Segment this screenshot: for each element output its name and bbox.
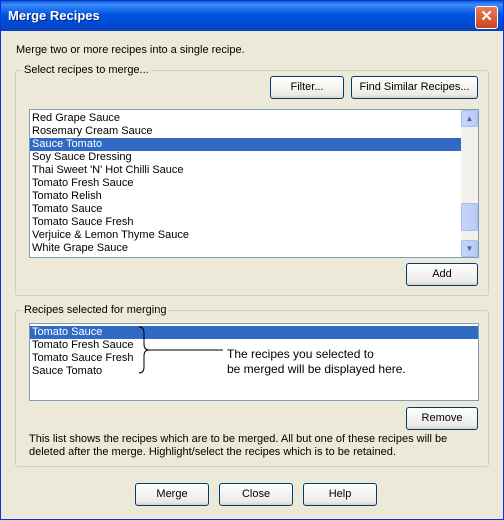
list-item[interactable]: Verjuice & Lemon Thyme Sauce [30, 229, 478, 242]
list-item[interactable]: Sauce Tomato [30, 138, 478, 151]
list-item[interactable]: Soy Sauce Dressing [30, 151, 478, 164]
list-item[interactable]: Tomato Sauce [30, 326, 478, 339]
callout-brace [138, 326, 223, 374]
filter-button[interactable]: Filter... [270, 76, 344, 99]
close-window-button[interactable]: ✕ [475, 6, 498, 29]
scroll-down-arrow-icon[interactable]: ▼ [461, 240, 478, 257]
list-item[interactable]: Tomato Fresh Sauce [30, 177, 478, 190]
recipe-list-items: Red Grape Sauce Rosemary Cream Sauce Sauce… [30, 110, 478, 255]
help-button[interactable]: Help [303, 483, 377, 506]
close-button[interactable]: Close [219, 483, 293, 506]
callout-line-2: be merged will be displayed here. [227, 362, 406, 376]
intro-text: Merge two or more recipes into a single … [16, 44, 245, 56]
scrollbar-thumb[interactable] [461, 203, 478, 231]
window-title: Merge Recipes [8, 8, 100, 23]
scroll-up-arrow-icon[interactable]: ▲ [461, 110, 478, 127]
list-item[interactable]: Thai Sweet 'N' Hot Chilli Sauce [30, 164, 478, 177]
merge-button[interactable]: Merge [135, 483, 209, 506]
callout-line-1: The recipes you selected to [227, 347, 374, 361]
recipe-list[interactable]: Red Grape Sauce Rosemary Cream Sauce Sauce… [29, 109, 479, 258]
list-item[interactable]: Rosemary Cream Sauce [30, 125, 478, 138]
list-item[interactable]: Tomato Relish [30, 190, 478, 203]
list-item[interactable]: White Grape Sauce [30, 242, 478, 255]
recipe-list-scrollbar[interactable]: ▲ ▼ [461, 110, 478, 257]
list-item[interactable]: Tomato Sauce [30, 203, 478, 216]
select-recipes-group: Select recipes to merge... Filter... Fin… [15, 64, 489, 296]
merge-list-legend: Recipes selected for merging [22, 304, 169, 316]
merge-recipes-dialog: Merge Recipes ✕ Merge two or more recipe… [0, 0, 504, 520]
merge-list-callout: The recipes you selected to be merged wi… [227, 347, 406, 377]
list-item[interactable]: Red Grape Sauce [30, 112, 478, 125]
merge-note: This list shows the recipes which are to… [29, 433, 448, 458]
add-button[interactable]: Add [406, 263, 478, 286]
close-icon: ✕ [480, 8, 493, 25]
list-item[interactable]: Tomato Sauce Fresh [30, 216, 478, 229]
title-bar: Merge Recipes ✕ [1, 1, 503, 31]
remove-button[interactable]: Remove [406, 407, 478, 430]
find-similar-recipes-button[interactable]: Find Similar Recipes... [351, 76, 478, 99]
select-recipes-legend: Select recipes to merge... [22, 64, 151, 76]
